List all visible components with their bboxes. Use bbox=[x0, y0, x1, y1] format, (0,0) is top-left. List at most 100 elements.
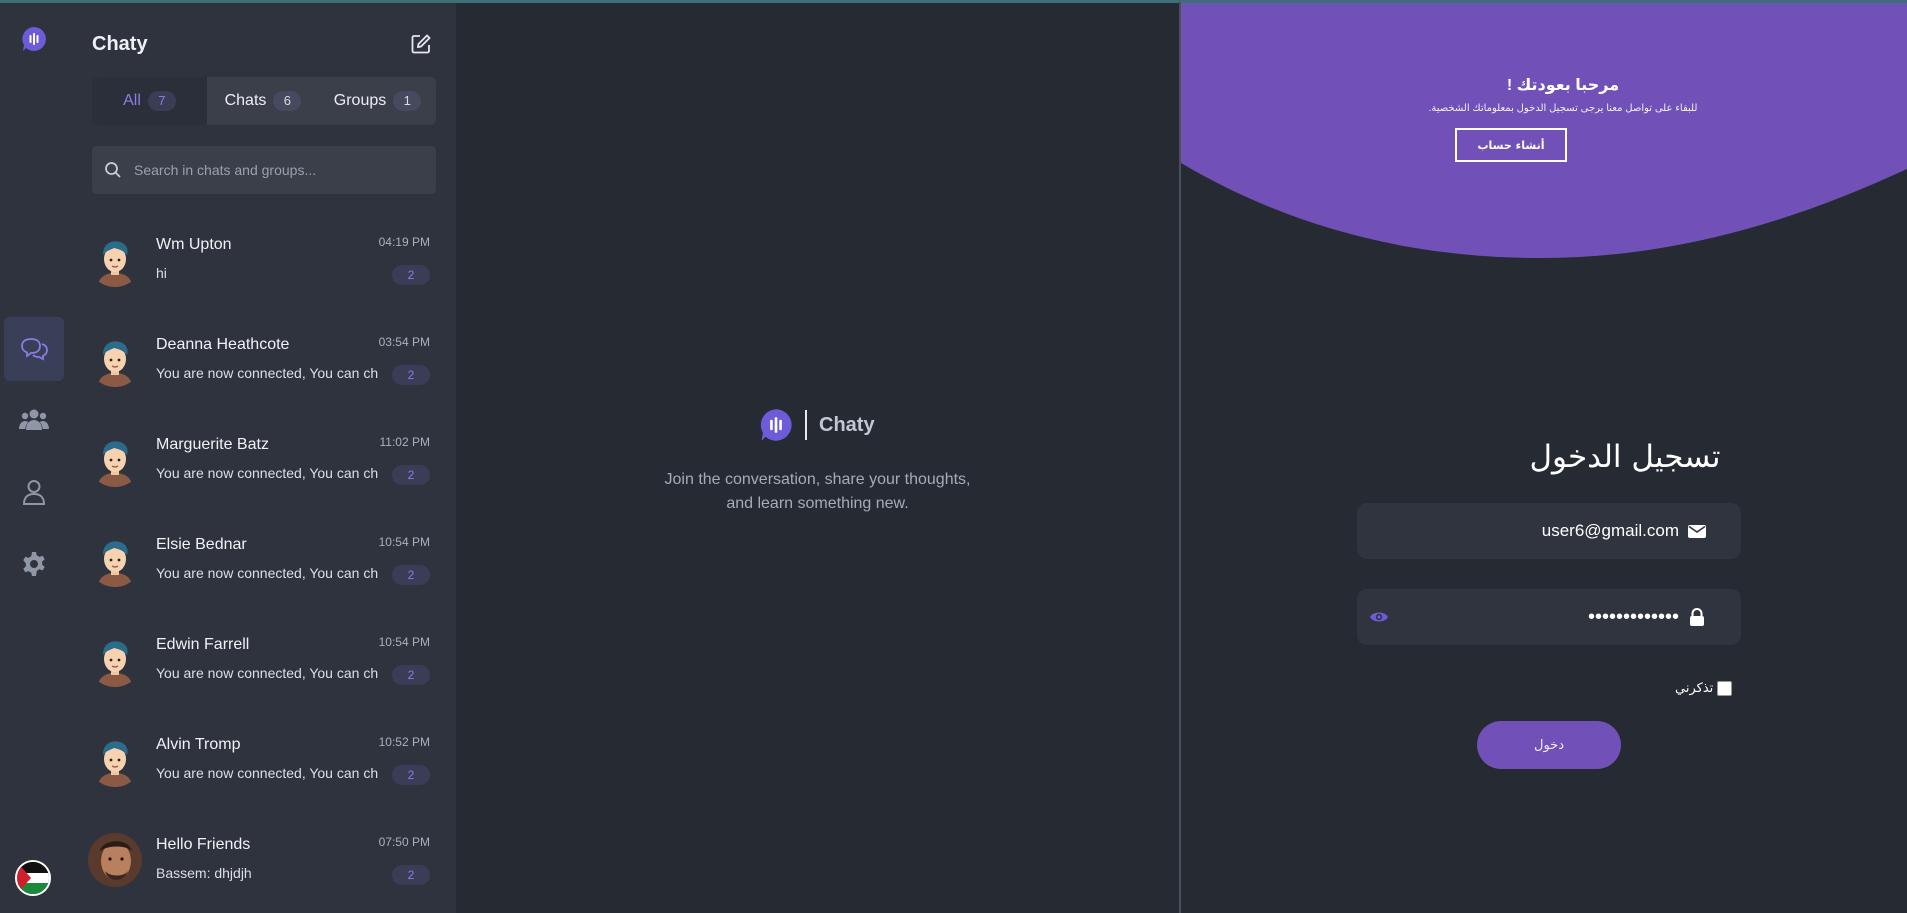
panel-title: Chaty bbox=[92, 33, 148, 55]
login-button[interactable]: دخول bbox=[1477, 721, 1621, 769]
chat-name: Hello Friends bbox=[156, 836, 251, 853]
chat-list-panel: Chaty All 7 Chats 6 Groups 1 Wm Upton bbox=[72, 0, 456, 913]
chat-preview: You are now connected, You can chat bbox=[156, 465, 378, 481]
unread-badge: 2 bbox=[392, 265, 430, 285]
tab-groups[interactable]: Groups 1 bbox=[319, 77, 436, 125]
remember-checkbox[interactable] bbox=[1717, 680, 1733, 696]
envelope-icon bbox=[1688, 525, 1706, 538]
chat-name: Edwin Farrell bbox=[156, 636, 250, 653]
chat-time: 10:54 PM bbox=[378, 635, 430, 649]
chat-name: Wm Upton bbox=[156, 236, 232, 253]
nav-groups[interactable] bbox=[4, 388, 64, 452]
chat-item[interactable]: Marguerite Batz 11:02 PM You are now con… bbox=[72, 415, 456, 515]
cartoon-avatar-icon bbox=[88, 333, 142, 387]
cartoon-avatar-icon bbox=[88, 233, 142, 287]
tagline-line: Join the conversation, share your though… bbox=[664, 471, 971, 488]
chat-time: 03:54 PM bbox=[378, 335, 430, 349]
chat-name: Elsie Bednar bbox=[156, 536, 247, 553]
chat-time: 11:02 PM bbox=[379, 435, 430, 449]
remember-label: تذكرني bbox=[1675, 680, 1714, 695]
search-box bbox=[92, 146, 436, 194]
welcome-title: مرحبا بعودتك ! bbox=[1506, 77, 1620, 94]
logo-icon[interactable] bbox=[21, 26, 47, 52]
chat-name: Marguerite Batz bbox=[156, 436, 269, 453]
unread-badge: 2 bbox=[392, 865, 430, 885]
avatar bbox=[88, 733, 142, 787]
brand-name: Chaty bbox=[819, 413, 875, 436]
nav-settings[interactable] bbox=[4, 532, 64, 596]
email-field[interactable]: user6@gmail.com bbox=[1357, 503, 1741, 559]
chat-item[interactable]: Deanna Heathcote 03:54 PM You are now co… bbox=[72, 315, 456, 415]
profile-icon bbox=[22, 480, 46, 505]
compose-icon[interactable] bbox=[410, 33, 432, 55]
chat-time: 10:52 PM bbox=[378, 735, 430, 749]
chat-item[interactable]: Alvin Tromp 10:52 PM You are now connect… bbox=[72, 715, 456, 815]
chat-list: Wm Upton 04:19 PM hi 2 Deanna Heathcote … bbox=[72, 215, 456, 913]
chat-preview: You are now connected, You can chat bbox=[156, 565, 378, 581]
chat-item[interactable]: Hello Friends 07:50 PM Bassem: dhjdjh 2 bbox=[72, 815, 456, 913]
chat-preview: You are now connected, You can chat bbox=[156, 365, 378, 381]
welcome-area: Chaty Join the conversation, share your … bbox=[456, 0, 1179, 913]
brand-divider bbox=[805, 410, 807, 440]
language-flag-avatar[interactable] bbox=[15, 860, 51, 896]
groups-icon bbox=[19, 409, 49, 430]
chat-preview: Bassem: dhjdjh bbox=[156, 865, 252, 881]
brand-lockup: Chaty bbox=[759, 408, 875, 442]
login-title: تسجيل الدخول bbox=[1529, 439, 1721, 475]
tab-label: Chats bbox=[224, 92, 267, 109]
search-input[interactable] bbox=[134, 146, 424, 194]
create-account-button[interactable]: أنشاء حساب bbox=[1455, 128, 1567, 162]
nav-profile[interactable] bbox=[4, 460, 64, 524]
cartoon-avatar-icon bbox=[88, 733, 142, 787]
password-value: ••••••••••••• bbox=[1587, 606, 1679, 628]
unread-badge: 2 bbox=[392, 665, 430, 685]
chat-time: 04:19 PM bbox=[378, 235, 430, 249]
email-value: user6@gmail.com bbox=[1541, 521, 1679, 540]
chat-item[interactable]: Elsie Bednar 10:54 PM You are now connec… bbox=[72, 515, 456, 615]
tab-count-badge: 7 bbox=[147, 91, 176, 111]
avatar bbox=[88, 333, 142, 387]
tab-label: Groups bbox=[333, 92, 387, 109]
remember-me[interactable]: تذكرني bbox=[1675, 680, 1733, 696]
avatar bbox=[88, 633, 142, 687]
group-photo-icon bbox=[88, 833, 142, 887]
chat-name: Deanna Heathcote bbox=[156, 336, 290, 353]
tab-count-badge: 1 bbox=[393, 91, 422, 111]
chat-item[interactable]: Wm Upton 04:19 PM hi 2 bbox=[72, 215, 456, 315]
group-avatar bbox=[88, 833, 142, 887]
tagline: Join the conversation, share your though… bbox=[456, 468, 1179, 516]
search-icon bbox=[105, 162, 121, 178]
nav-chats[interactable] bbox=[4, 317, 64, 381]
avatar bbox=[88, 433, 142, 487]
side-rail bbox=[0, 0, 72, 913]
welcome-text: للبقاء على تواصل معنا يرجى تسجيل الدخول … bbox=[1428, 103, 1698, 114]
chat-name: Alvin Tromp bbox=[156, 736, 241, 753]
chat-time: 07:50 PM bbox=[378, 835, 430, 849]
palestine-flag-icon bbox=[17, 862, 49, 894]
tab-chats[interactable]: Chats 6 bbox=[207, 77, 319, 125]
unread-badge: 2 bbox=[392, 465, 430, 485]
unread-badge: 2 bbox=[392, 365, 430, 385]
tagline-line: and learn something new. bbox=[726, 495, 909, 512]
chats-icon bbox=[21, 338, 48, 361]
logo-icon bbox=[760, 409, 792, 441]
tab-all[interactable]: All 7 bbox=[92, 77, 207, 125]
chat-item[interactable]: Edwin Farrell 10:54 PM You are now conne… bbox=[72, 615, 456, 715]
eye-icon[interactable] bbox=[1369, 608, 1389, 626]
lock-icon bbox=[1690, 608, 1704, 626]
login-pane: مرحبا بعودتك ! للبقاء على تواصل معنا يرج… bbox=[1179, 0, 1907, 913]
cartoon-avatar-icon bbox=[88, 533, 142, 587]
unread-badge: 2 bbox=[392, 765, 430, 785]
chat-filter-tabs: All 7 Chats 6 Groups 1 bbox=[92, 77, 436, 125]
tab-count-badge: 6 bbox=[273, 91, 302, 111]
cartoon-avatar-icon bbox=[88, 433, 142, 487]
tab-label: All bbox=[123, 92, 141, 109]
password-field[interactable]: ••••••••••••• bbox=[1357, 589, 1741, 645]
chat-preview: You are now connected, You can chat bbox=[156, 765, 378, 781]
chat-time: 10:54 PM bbox=[378, 535, 430, 549]
chat-preview: hi bbox=[156, 265, 167, 281]
avatar bbox=[88, 533, 142, 587]
cartoon-avatar-icon bbox=[88, 633, 142, 687]
avatar bbox=[88, 233, 142, 287]
unread-badge: 2 bbox=[392, 565, 430, 585]
